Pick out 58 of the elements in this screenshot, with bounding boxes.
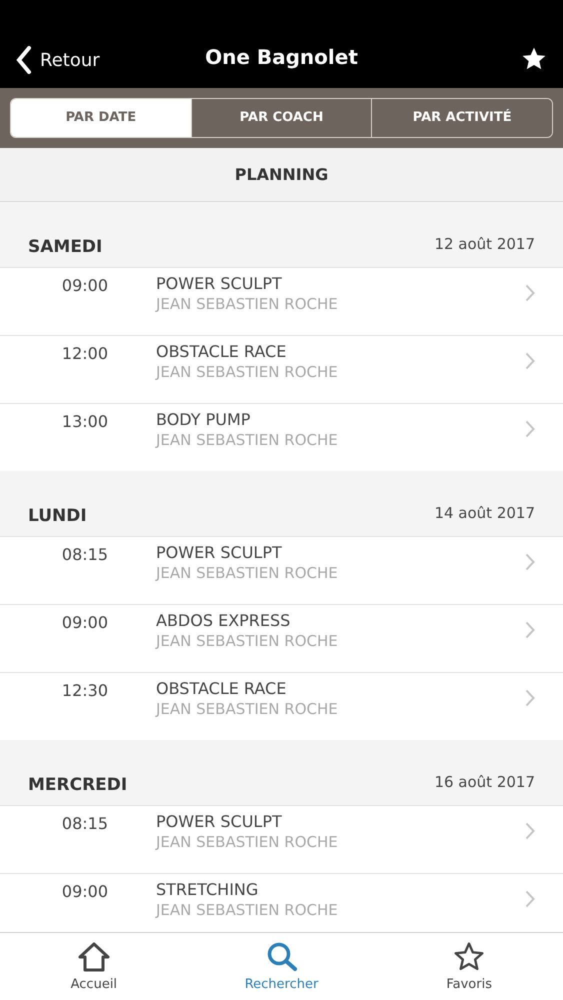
coach-name: JEAN SEBASTIEN ROCHE (156, 430, 338, 450)
session-time: 12:30 (60, 680, 108, 702)
chevron-left-icon (16, 46, 32, 74)
coach-name: JEAN SEBASTIEN ROCHE (156, 900, 338, 920)
back-button[interactable]: Retour (16, 46, 100, 74)
day-date: 14 août 2017 (434, 503, 535, 524)
screen-title: One Bagnolet (205, 44, 358, 71)
favorite-star-icon[interactable] (521, 46, 547, 72)
activity-name: OBSTACLE RACE (156, 679, 288, 699)
session-time: 08:15 (60, 544, 108, 566)
activity-name: STRETCHING (156, 880, 260, 900)
tab-bar-item[interactable]: Accueil (0, 933, 188, 1000)
chevron-right-icon (525, 420, 535, 438)
session-row[interactable]: 08:15 POWER SCULPT JEAN SEBASTIEN ROCHE (0, 805, 563, 873)
coach-name: JEAN SEBASTIEN ROCHE (156, 294, 338, 314)
segment-tab[interactable]: PAR DATE (11, 99, 191, 137)
chevron-right-icon (525, 890, 535, 908)
day-name: LUNDI (28, 504, 87, 528)
tab-bar-item[interactable]: Rechercher (188, 933, 376, 1000)
chevron-right-icon (525, 689, 535, 707)
activity-name: BODY PUMP (156, 410, 252, 430)
day-date: 12 août 2017 (434, 234, 535, 256)
activity-name: POWER SCULPT (156, 812, 283, 832)
session-row[interactable]: 09:00 ABDOS EXPRESS JEAN SEBASTIEN ROCHE (0, 604, 563, 672)
chevron-right-icon (525, 553, 535, 571)
chevron-right-icon (525, 822, 535, 840)
session-row[interactable]: 13:00 BODY PUMP JEAN SEBASTIEN ROCHE (0, 403, 563, 471)
session-row[interactable]: 09:00 STRETCHING JEAN SEBASTIEN ROCHE (0, 873, 563, 932)
session-row[interactable]: 08:15 POWER SCULPT JEAN SEBASTIEN ROCHE (0, 536, 563, 604)
day-date: 16 août 2017 (434, 772, 535, 794)
coach-name: JEAN SEBASTIEN ROCHE (156, 699, 338, 719)
activity-name: POWER SCULPT (156, 274, 283, 294)
coach-name: JEAN SEBASTIEN ROCHE (156, 832, 338, 852)
home-icon (76, 941, 111, 973)
section-title: PLANNING (234, 164, 328, 186)
session-time: 08:15 (60, 813, 108, 835)
session-time: 09:00 (60, 881, 108, 903)
chevron-right-icon (525, 352, 535, 370)
coach-name: JEAN SEBASTIEN ROCHE (156, 563, 338, 583)
session-time: 13:00 (60, 411, 108, 433)
activity-name: POWER SCULPT (156, 543, 283, 563)
chevron-right-icon (525, 621, 535, 639)
session-time: 09:00 (60, 612, 108, 634)
segment-tab[interactable]: PAR ACTIVITÉ (371, 99, 552, 137)
day-name: SAMEDI (28, 236, 102, 259)
star-icon (452, 941, 486, 973)
session-row[interactable]: 09:00 POWER SCULPT JEAN SEBASTIEN ROCHE (0, 267, 563, 335)
coach-name: JEAN SEBASTIEN ROCHE (156, 362, 338, 382)
activity-name: ABDOS EXPRESS (156, 611, 292, 631)
tab-bar-item[interactable]: Favoris (375, 933, 563, 1000)
chevron-right-icon (525, 284, 535, 302)
session-time: 09:00 (60, 275, 108, 297)
session-row[interactable]: 12:30 OBSTACLE RACE JEAN SEBASTIEN ROCHE (0, 672, 563, 740)
day-name: MERCREDI (28, 774, 128, 797)
coach-name: JEAN SEBASTIEN ROCHE (156, 631, 338, 651)
activity-name: OBSTACLE RACE (156, 342, 288, 362)
session-row[interactable]: 12:00 OBSTACLE RACE JEAN SEBASTIEN ROCHE (0, 335, 563, 403)
session-time: 12:00 (60, 343, 108, 365)
